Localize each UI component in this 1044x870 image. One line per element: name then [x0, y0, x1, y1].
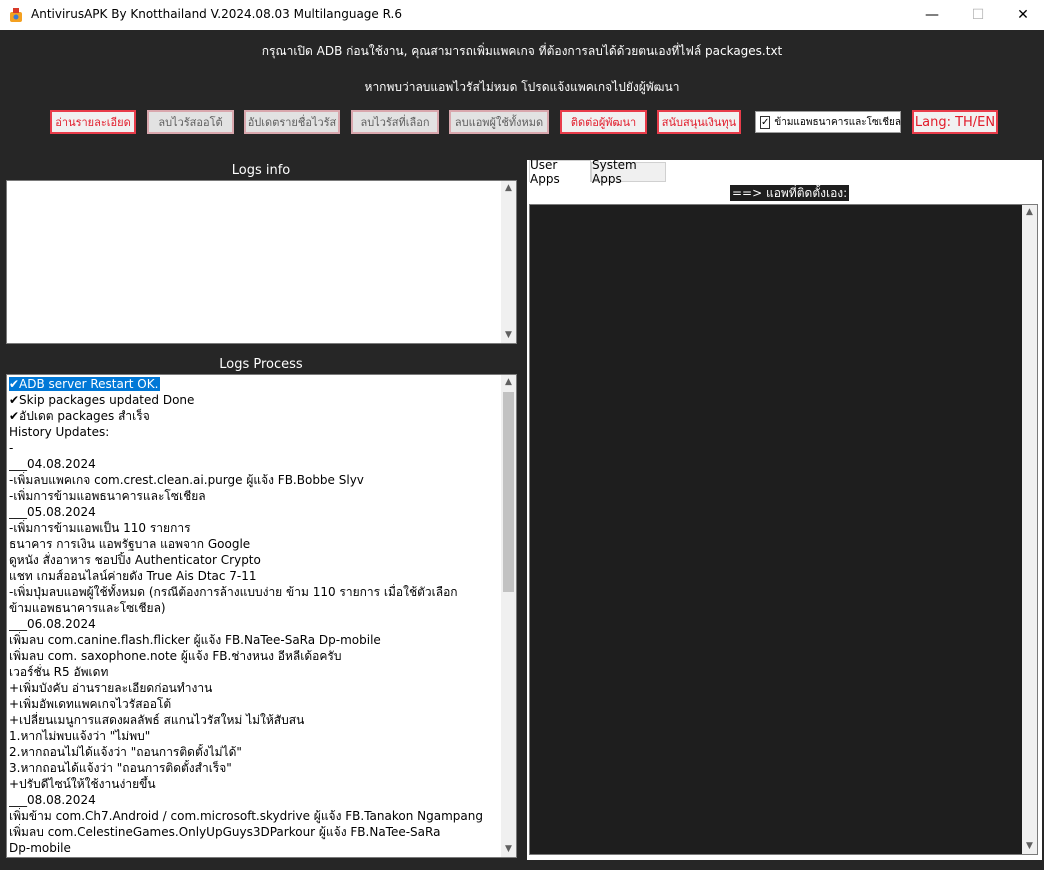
scroll-down-arrow-icon[interactable]: ▼	[501, 328, 516, 343]
log-line: 2.หากถอนไม่ได้แจ้งว่า "ถอนการติดตั้งไม่ไ…	[9, 744, 500, 760]
log-line: เพิ่มลบ com.CelestineGames.OnlyUpGuys3DP…	[9, 824, 500, 840]
log-line-text: -เพิ่มการข้ามแอพธนาคารและโซเชียล	[9, 489, 206, 503]
scroll-up-arrow-icon[interactable]: ▲	[501, 181, 516, 196]
log-line-text: ___05.08.2024	[9, 505, 96, 519]
title-bar: AntivirusAPK By Knotthailand V.2024.08.0…	[0, 0, 1044, 30]
log-line: ___08.08.2024	[9, 792, 500, 808]
log-line-text: ✔ADB server Restart OK.	[9, 377, 161, 391]
logs-info-box[interactable]: ▲ ▼	[6, 180, 517, 344]
scroll-down-arrow-icon[interactable]: ▼	[1022, 839, 1037, 854]
skip-bank-social-checkbox[interactable]: ✓ ข้ามแอพธนาคารและโซเชียล	[755, 111, 901, 133]
donate-button[interactable]: สนับสนุนเงินทุน	[657, 110, 741, 134]
log-line: 1.หากไม่พบแจ้งว่า "ไม่พบ"	[9, 728, 500, 744]
log-line: History Updates:	[9, 424, 500, 440]
log-line-text: ข้ามแอพธนาคารและโซเชียล)	[9, 601, 166, 615]
log-line-text: +เพิ่มอัพเดทแพคเกจไวรัสออโต้	[9, 697, 172, 711]
log-line: ___04.08.2024	[9, 456, 500, 472]
logs-process-box[interactable]: ✔ADB server Restart OK. ✔Skip packages u…	[6, 374, 517, 858]
app-icon	[10, 8, 22, 22]
installed-apps-list[interactable]: ▲ ▼	[529, 204, 1038, 855]
log-line-text: +เพิ่มบังคับ อ่านรายละเอียดก่อนทำงาน	[9, 681, 213, 695]
log-line: -เพิ่มการข้ามแอพเป็น 110 รายการ	[9, 520, 500, 536]
log-line-text: 1.หากไม่พบแจ้งว่า "ไม่พบ"	[9, 729, 151, 743]
log-line: ธนาคาร การเงิน แอพรัฐบาล แอพจาก Google	[9, 536, 500, 552]
tab-system-apps[interactable]: System Apps	[591, 158, 666, 186]
log-line: แชท เกมส์ออนไลน์ค่ายดัง True Ais Dtac 7-…	[9, 568, 500, 584]
log-line-text: Dp-mobile	[9, 841, 71, 855]
log-line: -เพิ่มลบแพคเกจ com.crest.clean.ai.purge …	[9, 472, 500, 488]
log-line: -	[9, 440, 500, 456]
log-line: Dp-mobile	[9, 840, 500, 856]
log-line-text: +เปลี่ยนเมนูการแสดงผลลัพธ์ สแกนไวรัสใหม่…	[9, 713, 305, 727]
log-line-text: -	[9, 441, 14, 455]
log-line-text: เพิ่มลบ com.CelestineGames.OnlyUpGuys3DP…	[9, 825, 441, 839]
log-line: 3.หากถอนได้แจ้งว่า "ถอนการติดตั้งสำเร็จ"	[9, 760, 500, 776]
logs-process-label: Logs Process	[219, 357, 303, 372]
log-line: ข้ามแอพธนาคารและโซเชียล)	[9, 600, 500, 616]
remove-all-user-apps-button[interactable]: ลบแอพผู้ใช้ทั้งหมด	[449, 110, 549, 134]
log-line: ✔Skip packages updated Done	[9, 392, 500, 408]
skip-bank-social-label: ข้ามแอพธนาคารและโซเชียล	[774, 116, 902, 128]
log-line: +เปลี่ยนเมนูการแสดงผลลัพธ์ สแกนไวรัสใหม่…	[9, 712, 500, 728]
adb-notice: กรุณาเปิด ADB ก่อนใช้งาน, คุณสามารถเพิ่ม…	[261, 44, 783, 58]
logs-info-scrollbar[interactable]: ▲ ▼	[501, 181, 516, 343]
checkbox-check-icon[interactable]: ✓	[760, 115, 771, 129]
remove-selected-button[interactable]: ลบไวรัสที่เลือก	[351, 110, 439, 134]
close-button[interactable]: ✕	[1000, 0, 1044, 30]
log-line-text: แชท เกมส์ออนไลน์ค่ายดัง True Ais Dtac 7-…	[9, 569, 257, 583]
log-line: เวอร์ชั่น R5 อัพเดท	[9, 664, 500, 680]
log-line-text: -เพิ่มการข้ามแอพเป็น 110 รายการ	[9, 521, 191, 535]
log-line: เพิ่มลบ com. saxophone.note ผู้แจ้ง FB.ช…	[9, 648, 500, 664]
logs-info-label: Logs info	[231, 163, 291, 178]
log-line-text: เพิ่มลบ com.canine.flash.flicker ผู้แจ้ง…	[9, 633, 381, 647]
log-line: เพิ่มข้าม com.Ch7.Android / com.microsof…	[9, 808, 500, 824]
log-line-text: 3.หากถอนได้แจ้งว่า "ถอนการติดตั้งสำเร็จ"	[9, 761, 232, 775]
log-line-text: เพิ่มลบ com. saxophone.note ผู้แจ้ง FB.ช…	[9, 649, 342, 663]
logs-process-scrollbar[interactable]: ▲ ▼	[501, 375, 516, 857]
log-line-text: ___06.08.2024	[9, 617, 96, 631]
scroll-up-arrow-icon[interactable]: ▲	[501, 375, 516, 390]
language-toggle-button[interactable]: Lang: TH/EN	[912, 110, 998, 134]
log-line: +เพิ่มบังคับ อ่านรายละเอียดก่อนทำงาน	[9, 680, 500, 696]
log-line-text: ดูหนัง สั่งอาหาร ชอปปิ้ง Authenticator C…	[9, 553, 261, 567]
minimize-button[interactable]: —	[909, 0, 955, 30]
log-line: ✔ADB server Restart OK.	[9, 376, 500, 392]
scroll-thumb[interactable]	[503, 392, 514, 592]
log-line-text: -เพิ่มปุ่มลบแอพผู้ใช้ทั้งหมด (กรณีต้องกา…	[9, 585, 458, 599]
contact-developer-button[interactable]: ติดต่อผู้พัฒนา	[560, 110, 647, 134]
read-details-button[interactable]: อ่านรายละเอียด	[50, 110, 136, 134]
log-line: -เพิ่มการข้ามแอพธนาคารและโซเชียล	[9, 488, 500, 504]
window-title: AntivirusAPK By Knotthailand V.2024.08.0…	[31, 7, 402, 21]
log-line-text: เวอร์ชั่น R5 อัพเดท	[9, 665, 109, 679]
log-line-text: ✔อัปเดต packages สำเร็จ	[9, 409, 150, 423]
log-line-text: -เพิ่มลบแพคเกจ com.crest.clean.ai.purge …	[9, 473, 364, 487]
log-line-text: ✔Skip packages updated Done	[9, 393, 195, 407]
log-line: +ปรับดีไซน์ให้ใช้งานง่ายขึ้น	[9, 776, 500, 792]
auto-remove-button[interactable]: ลบไวรัสออโต้	[147, 110, 234, 134]
log-line: ดูหนัง สั่งอาหาร ชอปปิ้ง Authenticator C…	[9, 552, 500, 568]
apps-tab-panel: User Apps System Apps ==> แอพที่ติดตั้งเ…	[527, 158, 1042, 860]
scroll-down-arrow-icon[interactable]: ▼	[501, 842, 516, 857]
log-line: -เพิ่มปุ่มลบแอพผู้ใช้ทั้งหมด (กรณีต้องกา…	[9, 584, 500, 600]
log-line: ___05.08.2024	[9, 504, 500, 520]
maximize-button[interactable]: ☐	[955, 0, 1001, 30]
log-line-text: เพิ่มข้าม com.Ch7.Android / com.microsof…	[9, 809, 483, 823]
installed-apps-header: ==> แอพที่ติดตั้งเอง:	[730, 185, 850, 201]
log-line-text: +ปรับดีไซน์ให้ใช้งานง่ายขึ้น	[9, 777, 156, 791]
log-line-text: 2.หากถอนไม่ได้แจ้งว่า "ถอนการติดตั้งไม่ไ…	[9, 745, 242, 759]
log-line: ✔อัปเดต packages สำเร็จ	[9, 408, 500, 424]
scroll-up-arrow-icon[interactable]: ▲	[1022, 205, 1037, 220]
log-line-text: History Updates:	[9, 425, 110, 439]
log-line-text: ธนาคาร การเงิน แอพรัฐบาล แอพจาก Google	[9, 537, 251, 551]
log-line-text: ___04.08.2024	[9, 457, 96, 471]
log-line: +เพิ่มอัพเดทแพคเกจไวรัสออโต้	[9, 696, 500, 712]
log-line: เพิ่มลบ com.canine.flash.flicker ผู้แจ้ง…	[9, 632, 500, 648]
log-line: ___06.08.2024	[9, 616, 500, 632]
tab-user-apps[interactable]: User Apps	[529, 158, 591, 186]
update-virus-list-button[interactable]: อัปเดตรายชื่อไวรัส	[244, 110, 340, 134]
log-line-text: ___08.08.2024	[9, 793, 96, 807]
apps-list-scrollbar[interactable]: ▲ ▼	[1022, 205, 1037, 854]
report-notice: หากพบว่าลบแอพไวรัสไม่หมด โปรดแจ้งแพคเกจไ…	[364, 80, 680, 94]
log-lines: ✔ADB server Restart OK. ✔Skip packages u…	[9, 376, 500, 856]
